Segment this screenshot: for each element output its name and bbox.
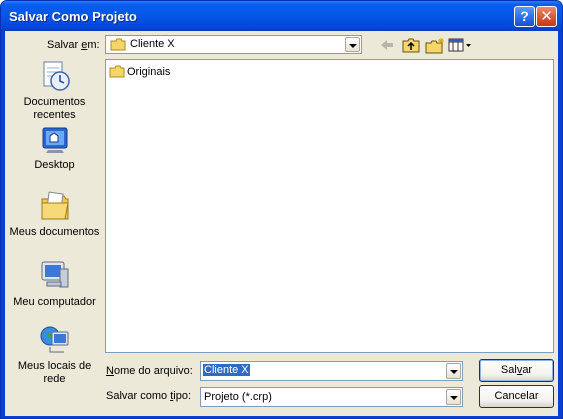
my-computer-icon bbox=[41, 261, 68, 288]
save-dialog-window: Salvar Como Projeto ? ✕ Salvar em: Clien… bbox=[0, 0, 563, 419]
list-item[interactable]: Originais bbox=[109, 65, 170, 78]
back-arrow-icon[interactable] bbox=[379, 38, 395, 52]
filename-input[interactable]: Cliente X bbox=[200, 361, 463, 381]
views-menu-icon[interactable] bbox=[448, 38, 472, 53]
help-icon[interactable]: ? bbox=[514, 6, 535, 27]
cancel-button[interactable]: Cancelar bbox=[479, 385, 554, 408]
network-places-icon bbox=[40, 326, 68, 353]
place-network[interactable]: Meus locais de rede bbox=[8, 323, 101, 386]
save-in-label: Salvar em: bbox=[47, 39, 100, 51]
filetype-label: Salvar como tipo: bbox=[106, 390, 192, 402]
file-name: Originais bbox=[127, 65, 171, 78]
file-list[interactable]: Originais bbox=[105, 59, 554, 353]
chevron-down-icon[interactable] bbox=[446, 363, 461, 379]
recent-documents-icon bbox=[43, 61, 70, 91]
save-in-dropdown[interactable]: Cliente X bbox=[105, 35, 362, 54]
new-folder-icon[interactable] bbox=[425, 38, 445, 54]
place-my-documents[interactable]: Meus documentos bbox=[8, 189, 101, 239]
my-documents-icon bbox=[41, 191, 69, 220]
folder-icon bbox=[109, 65, 125, 78]
chevron-down-icon[interactable] bbox=[446, 389, 461, 405]
folder-icon bbox=[110, 38, 126, 51]
desktop-icon bbox=[42, 127, 67, 153]
chevron-down-icon[interactable] bbox=[345, 37, 360, 52]
close-icon[interactable]: ✕ bbox=[536, 6, 557, 27]
place-recent-documents[interactable]: Documentos recentes bbox=[8, 59, 101, 122]
filename-label: Nome do arquivo: bbox=[106, 365, 193, 377]
place-desktop[interactable]: Desktop bbox=[8, 126, 101, 172]
places-bar: Documentos recentes Desktop Meus documen… bbox=[8, 55, 101, 385]
dialog-body: Salvar em: Cliente X Documentos recentes… bbox=[5, 31, 558, 416]
place-my-computer[interactable]: Meu computador bbox=[8, 259, 101, 309]
save-in-value: Cliente X bbox=[130, 38, 175, 50]
window-title: Salvar Como Projeto bbox=[9, 9, 137, 24]
filename-value: Cliente X bbox=[203, 364, 250, 376]
title-bar[interactable]: Salvar Como Projeto ? ✕ bbox=[1, 1, 562, 31]
save-button[interactable]: Salvar bbox=[479, 359, 554, 382]
folder-up-icon[interactable] bbox=[402, 38, 420, 53]
filetype-dropdown[interactable]: Projeto (*.crp) bbox=[200, 387, 463, 407]
filetype-value: Projeto (*.crp) bbox=[204, 391, 272, 403]
